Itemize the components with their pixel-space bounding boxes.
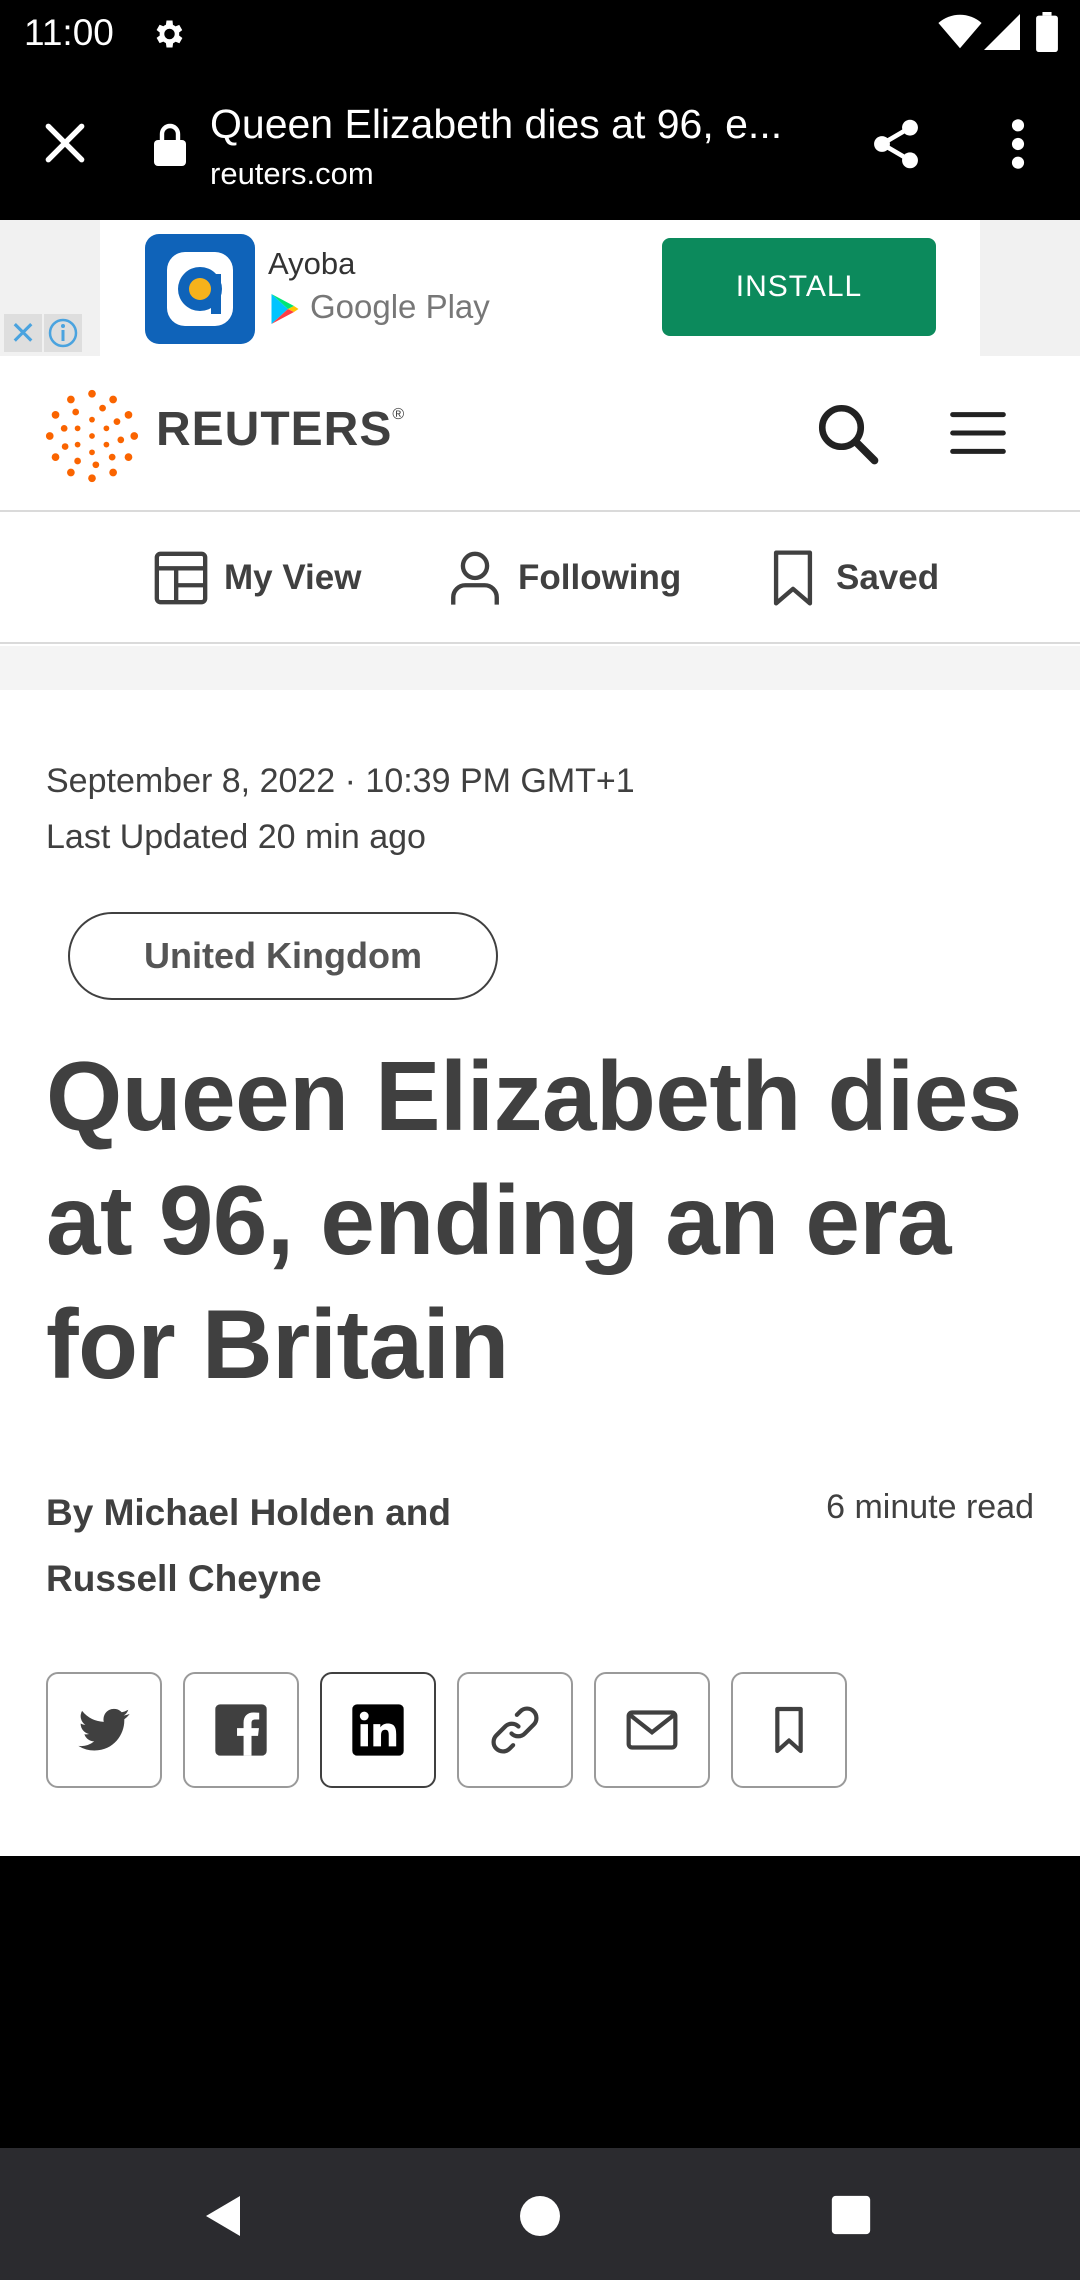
home-icon[interactable]: [516, 2192, 564, 2240]
facebook-icon: [215, 1704, 267, 1756]
ad-app-name[interactable]: Ayoba: [268, 246, 355, 282]
nav-saved-label: Saved: [836, 558, 940, 597]
nav-following-label: Following: [518, 558, 682, 597]
person-icon: [451, 551, 499, 605]
battery-icon: [1036, 12, 1058, 52]
article-headline: Queen Elizabeth dies at 96, ending an er…: [46, 1041, 1022, 1399]
back-icon[interactable]: [200, 2192, 248, 2240]
bookmark-icon: [773, 550, 813, 606]
settings-gear-icon: [156, 20, 183, 48]
nav-my-view-label: My View: [224, 558, 362, 597]
share-twitter-button[interactable]: [46, 1672, 162, 1788]
nav-saved[interactable]: Saved: [764, 512, 939, 644]
lock-icon: [154, 123, 186, 166]
account-nav: My View Following Saved: [0, 512, 1080, 644]
ayoba-app-icon[interactable]: [145, 234, 255, 344]
status-time: 11:00: [24, 12, 114, 53]
ad-content[interactable]: Ayoba Google Play INSTALL: [100, 220, 980, 356]
nav-following[interactable]: Following: [446, 512, 681, 644]
wifi-icon: [938, 14, 982, 49]
ad-close-icon[interactable]: ✕: [4, 314, 42, 352]
install-button[interactable]: INSTALL: [662, 238, 936, 336]
link-icon: [491, 1706, 539, 1754]
ad-info-icon[interactable]: [44, 314, 82, 352]
reuters-wordmark[interactable]: REUTERS®: [156, 402, 405, 457]
status-bar: 11:00: [0, 0, 1080, 66]
search-icon[interactable]: [814, 400, 880, 466]
dashboard-icon: [154, 551, 208, 605]
menu-icon[interactable]: [950, 410, 1006, 456]
browser-toolbar: Queen Elizabeth dies at 96, e... reuters…: [0, 66, 1080, 220]
article-updated: Last Updated 20 min ago: [46, 818, 426, 856]
brand-name: REUTERS: [156, 403, 393, 456]
ad-banner: Ayoba Google Play INSTALL ✕: [0, 220, 1080, 356]
linkedin-icon: [352, 1704, 404, 1756]
registered-mark: ®: [392, 406, 406, 423]
bookmark-icon: [775, 1706, 803, 1754]
system-nav-bar: [0, 2148, 1080, 2280]
byline-line-1[interactable]: By Michael Holden and: [46, 1480, 526, 1546]
divider-band: [0, 646, 1080, 690]
close-icon[interactable]: [40, 118, 90, 168]
page-url[interactable]: reuters.com: [210, 154, 374, 194]
site-header: REUTERS®: [0, 356, 1080, 512]
email-icon: [626, 1710, 678, 1750]
article-dateline: September 8, 2022 · 10:39 PM GMT+1: [46, 762, 635, 800]
ad-store-label: Google Play: [310, 288, 490, 325]
share-linkedin-button[interactable]: [320, 1672, 436, 1788]
byline-line-2[interactable]: Russell Cheyne: [46, 1546, 526, 1612]
share-facebook-button[interactable]: [183, 1672, 299, 1788]
more-options-icon[interactable]: [1000, 116, 1036, 172]
signal-icon: [984, 14, 1020, 50]
media-area: [0, 1856, 1080, 2148]
recents-icon[interactable]: [828, 2192, 874, 2238]
article-byline[interactable]: By Michael Holden and Russell Cheyne: [46, 1480, 526, 1612]
share-email-button[interactable]: [594, 1672, 710, 1788]
share-icon[interactable]: [868, 116, 924, 172]
read-time: 6 minute read: [826, 1488, 1034, 1526]
share-link-button[interactable]: [457, 1672, 573, 1788]
reuters-logo-icon[interactable]: [44, 388, 140, 484]
page-title[interactable]: Queen Elizabeth dies at 96, e...: [210, 96, 810, 152]
twitter-icon: [78, 1708, 130, 1751]
topic-tag-button[interactable]: United Kingdom: [68, 912, 498, 1000]
google-play-icon: [271, 294, 299, 324]
nav-my-view[interactable]: My View: [152, 512, 361, 644]
save-article-button[interactable]: [731, 1672, 847, 1788]
